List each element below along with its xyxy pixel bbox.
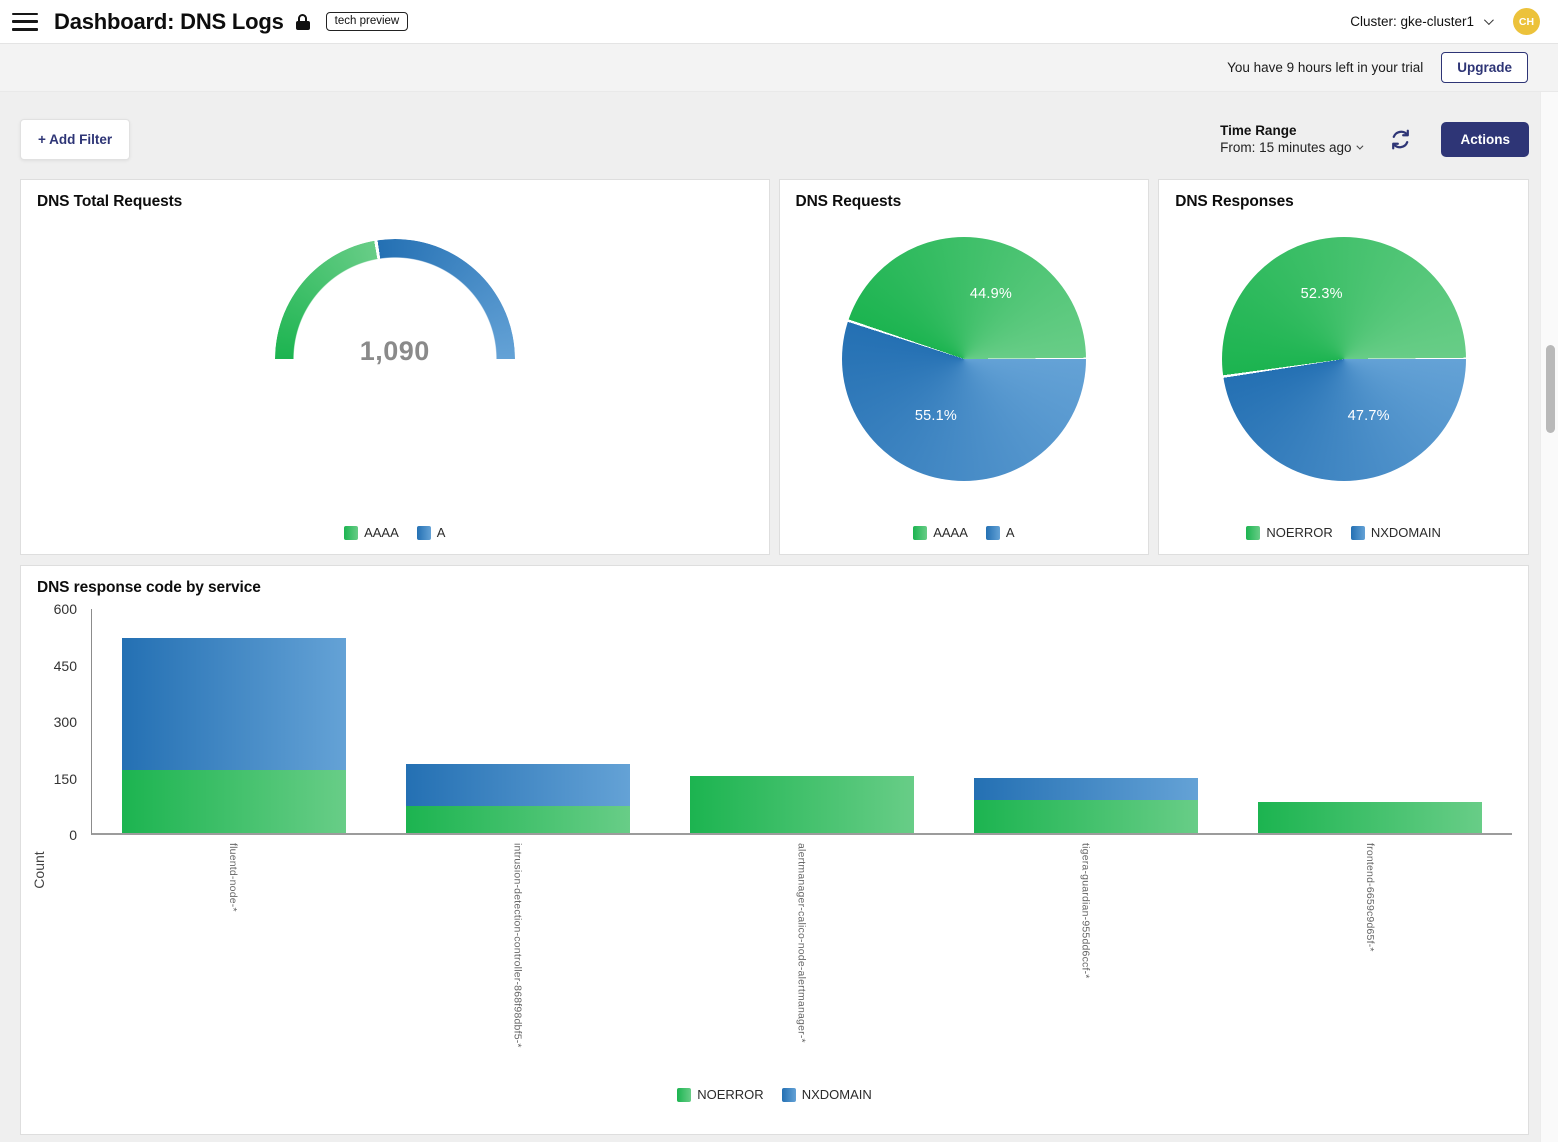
x-axis-category-label: intrusion-detection-controller-868f98dbf…: [511, 843, 523, 1048]
legend-label: AAAA: [364, 525, 399, 540]
bar-segment-noerror[interactable]: [122, 770, 346, 833]
x-axis-category-label: fluentd-node-*: [227, 843, 239, 912]
tech-preview-badge: tech preview: [326, 12, 409, 32]
trial-message: You have 9 hours left in your trial: [1227, 60, 1423, 75]
x-axis-category-label: alertmanager-calico-node-alertmanager-*: [796, 843, 808, 1043]
card-title: DNS Requests: [780, 180, 1149, 211]
legend-swatch-green: [677, 1088, 691, 1102]
legend-label: A: [1006, 525, 1015, 540]
y-axis-tick: 450: [54, 659, 77, 673]
card-title: DNS response code by service: [37, 566, 1512, 597]
scrollbar-thumb[interactable]: [1546, 345, 1555, 433]
legend-item-noerror[interactable]: NOERROR: [1246, 525, 1332, 540]
legend-label: NOERROR: [697, 1087, 763, 1102]
card-title: DNS Total Requests: [21, 180, 769, 211]
legend-label: NXDOMAIN: [802, 1087, 872, 1102]
legend-swatch-blue: [986, 526, 1000, 540]
bar-group[interactable]: [1228, 609, 1512, 833]
pie-slice-label: 47.7%: [1348, 408, 1390, 424]
cluster-label: Cluster: gke-cluster1: [1350, 14, 1474, 29]
add-filter-button[interactable]: + Add Filter: [20, 119, 130, 160]
pie-slice-label: 55.1%: [915, 408, 957, 424]
card-dns-total-requests: DNS Total Requests 1,090 AAAA A: [20, 179, 770, 555]
actions-button[interactable]: Actions: [1441, 122, 1529, 157]
time-range-value: From: 15 minutes ago: [1220, 140, 1351, 155]
chart-legend: AAAA A: [21, 525, 769, 540]
pie-slice-label: 52.3%: [1301, 286, 1343, 302]
upgrade-button[interactable]: Upgrade: [1441, 52, 1528, 83]
bar-segment-nxdomain[interactable]: [122, 638, 346, 769]
legend-swatch-green: [1246, 526, 1260, 540]
bar-segment-noerror[interactable]: [974, 800, 1198, 833]
legend-item-aaaa[interactable]: AAAA: [913, 525, 968, 540]
y-axis-label: Count: [31, 840, 47, 900]
legend-label: A: [437, 525, 446, 540]
filter-toolbar: + Add Filter Time Range From: 15 minutes…: [20, 118, 1529, 160]
legend-item-nxdomain[interactable]: NXDOMAIN: [1351, 525, 1441, 540]
cluster-selector[interactable]: Cluster: gke-cluster1: [1350, 14, 1491, 29]
dashboard-content: + Add Filter Time Range From: 15 minutes…: [0, 92, 1558, 1135]
refresh-icon[interactable]: [1389, 127, 1413, 151]
trial-banner: You have 9 hours left in your trial Upgr…: [0, 44, 1558, 92]
bar-segment-nxdomain[interactable]: [406, 764, 630, 806]
bar-chart: 0150300450600 fluentd-node-*intrusion-de…: [37, 609, 1512, 1085]
chevron-down-icon: [1484, 15, 1494, 25]
legend-swatch-blue: [782, 1088, 796, 1102]
x-axis-category-label: tigera-guardian-955dd6ccf-*: [1080, 843, 1092, 979]
legend-item-noerror[interactable]: NOERROR: [677, 1087, 763, 1102]
legend-swatch-green: [344, 526, 358, 540]
app-root: Dashboard: DNS Logs tech preview Cluster…: [0, 0, 1558, 1142]
bar-segment-noerror[interactable]: [1258, 802, 1482, 833]
gauge-total-value: 1,090: [275, 336, 515, 367]
lock-icon: [296, 14, 310, 30]
legend-label: AAAA: [933, 525, 968, 540]
legend-item-nxdomain[interactable]: NXDOMAIN: [782, 1087, 872, 1102]
y-axis-ticks: 0150300450600: [37, 609, 91, 835]
y-axis-tick: 0: [69, 828, 77, 842]
legend-swatch-blue: [1351, 526, 1365, 540]
y-axis-tick: 150: [54, 772, 77, 786]
legend-swatch-green: [913, 526, 927, 540]
page-title: Dashboard: DNS Logs: [54, 9, 284, 35]
card-dns-response-code-by-service: DNS response code by service Count 0 150 3…: [20, 565, 1529, 1135]
bar-segment-noerror[interactable]: [406, 806, 630, 833]
card-title: DNS Responses: [1159, 180, 1528, 211]
pie-slice-label: 44.9%: [970, 286, 1012, 302]
top-header: Dashboard: DNS Logs tech preview Cluster…: [0, 0, 1558, 44]
chart-legend: NOERROR NXDOMAIN: [37, 1087, 1512, 1102]
card-dns-responses: DNS Responses 52.3% 47.7% NOERROR NXDOMA…: [1158, 179, 1529, 555]
pie-chart: 52.3% 47.7%: [1222, 237, 1466, 481]
bar-group[interactable]: [376, 609, 660, 833]
bar-group[interactable]: [944, 609, 1228, 833]
chart-legend: AAAA A: [780, 525, 1149, 540]
legend-item-a[interactable]: A: [417, 525, 446, 540]
scrollbar-track[interactable]: [1540, 92, 1558, 1142]
time-range-control[interactable]: Time Range From: 15 minutes ago: [1220, 123, 1361, 155]
bar-plot-area: [91, 609, 1512, 835]
legend-swatch-blue: [417, 526, 431, 540]
x-axis-category-label: frontend-6659c9d65f-*: [1364, 843, 1376, 952]
x-axis-labels: fluentd-node-* intrusion-detection-contro…: [91, 843, 1512, 1085]
y-axis-tick: 600: [54, 602, 77, 616]
legend-label: NXDOMAIN: [1371, 525, 1441, 540]
bar-group[interactable]: [92, 609, 376, 833]
avatar[interactable]: CH: [1513, 8, 1540, 35]
card-dns-requests: DNS Requests 44.9% 55.1% AAAA A: [779, 179, 1150, 555]
time-range-title: Time Range: [1220, 123, 1361, 138]
bar-group[interactable]: [660, 609, 944, 833]
chart-legend: NOERROR NXDOMAIN: [1159, 525, 1528, 540]
pie-chart: 44.9% 55.1%: [842, 237, 1086, 481]
menu-icon[interactable]: [12, 13, 38, 31]
legend-label: NOERROR: [1266, 525, 1332, 540]
bar-segment-nxdomain[interactable]: [974, 778, 1198, 800]
bar-segment-noerror[interactable]: [690, 776, 914, 833]
y-axis-tick: 300: [54, 715, 77, 729]
legend-item-aaaa[interactable]: AAAA: [344, 525, 399, 540]
legend-item-a[interactable]: A: [986, 525, 1015, 540]
chevron-down-icon: [1357, 143, 1364, 150]
